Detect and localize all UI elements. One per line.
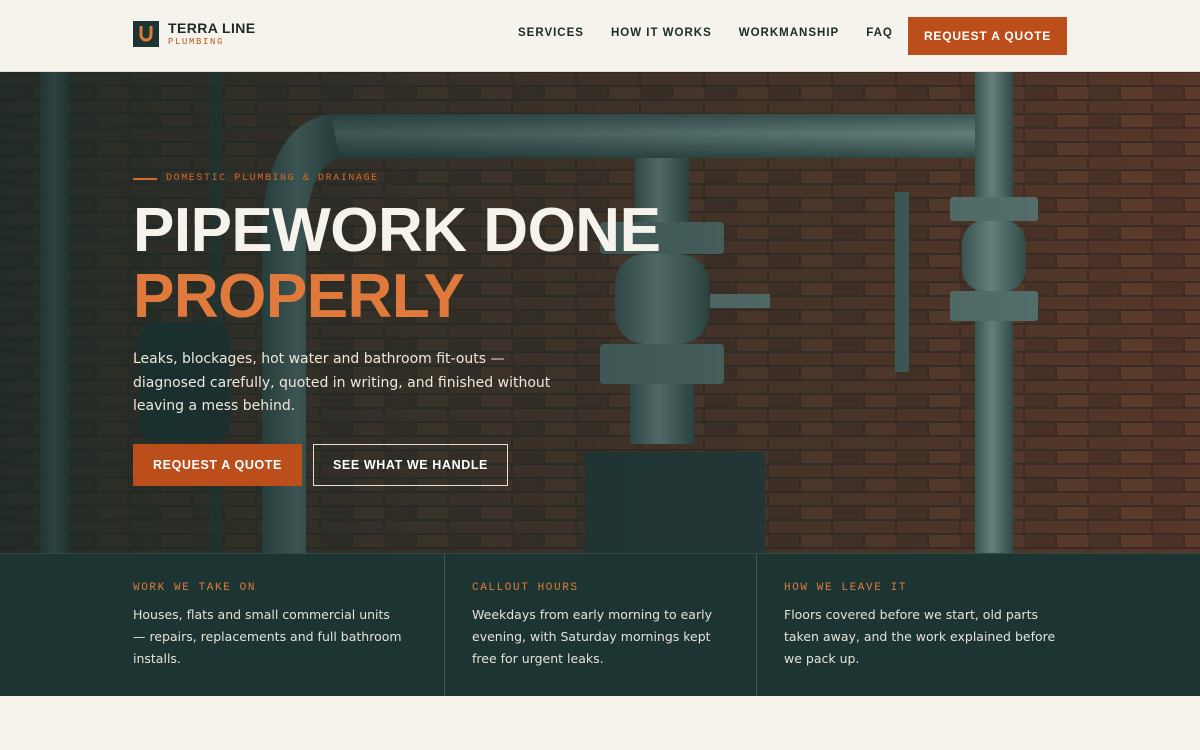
info-column-leave: HOW WE LEAVE IT Floors covered before we… bbox=[756, 554, 1200, 697]
info-band: WORK WE TAKE ON Houses, flats and small … bbox=[0, 553, 1200, 697]
info-body: Houses, flats and small commercial units… bbox=[133, 607, 402, 666]
hero-eyebrow: DOMESTIC PLUMBING & DRAINAGE bbox=[133, 173, 379, 184]
site-header: TERRA LINE PLUMBING SERVICES HOW IT WORK… bbox=[0, 0, 1200, 72]
nav-link-how-it-works[interactable]: HOW IT WORKS bbox=[611, 27, 712, 39]
header-request-quote-button[interactable]: REQUEST A QUOTE bbox=[908, 17, 1067, 55]
u-magnet-icon bbox=[133, 21, 159, 47]
brand-subtitle: PLUMBING bbox=[168, 37, 225, 47]
nav-link-faq[interactable]: FAQ bbox=[866, 27, 893, 39]
page-below-fold bbox=[0, 696, 1200, 750]
headline-line-2: PROPERLY bbox=[133, 262, 465, 331]
brand-name: TERRA LINE bbox=[168, 20, 256, 36]
info-column-hours: CALLOUT HOURS Weekdays from early mornin… bbox=[444, 554, 756, 697]
info-title: CALLOUT HOURS bbox=[472, 582, 579, 594]
nav-link-workmanship[interactable]: WORKMANSHIP bbox=[739, 27, 839, 39]
hero-section: DOMESTIC PLUMBING & DRAINAGE PIPEWORK DO… bbox=[0, 72, 1200, 553]
see-what-we-handle-button[interactable]: SEE WHAT WE HANDLE bbox=[313, 444, 508, 486]
hero-headline: PIPEWORK DONE PROPERLY bbox=[133, 196, 661, 331]
eyebrow-rule bbox=[133, 177, 157, 180]
eyebrow-text: DOMESTIC PLUMBING & DRAINAGE bbox=[166, 173, 379, 184]
brand-logo[interactable]: TERRA LINE PLUMBING bbox=[133, 21, 255, 47]
main-nav: SERVICES HOW IT WORKS WORKMANSHIP FAQ bbox=[518, 27, 920, 39]
hero-lede: Leaks, blockages, hot water and bathroom… bbox=[133, 351, 551, 414]
info-body: Floors covered before we start, old part… bbox=[784, 607, 1056, 666]
info-title: WORK WE TAKE ON bbox=[133, 582, 257, 594]
headline-line-1: PIPEWORK DONE bbox=[133, 196, 661, 265]
hero-request-quote-button[interactable]: REQUEST A QUOTE bbox=[133, 444, 302, 486]
info-column-work: WORK WE TAKE ON Houses, flats and small … bbox=[0, 554, 444, 697]
info-body: Weekdays from early morning to early eve… bbox=[472, 607, 712, 666]
info-title: HOW WE LEAVE IT bbox=[784, 582, 908, 594]
nav-link-services[interactable]: SERVICES bbox=[518, 27, 584, 39]
